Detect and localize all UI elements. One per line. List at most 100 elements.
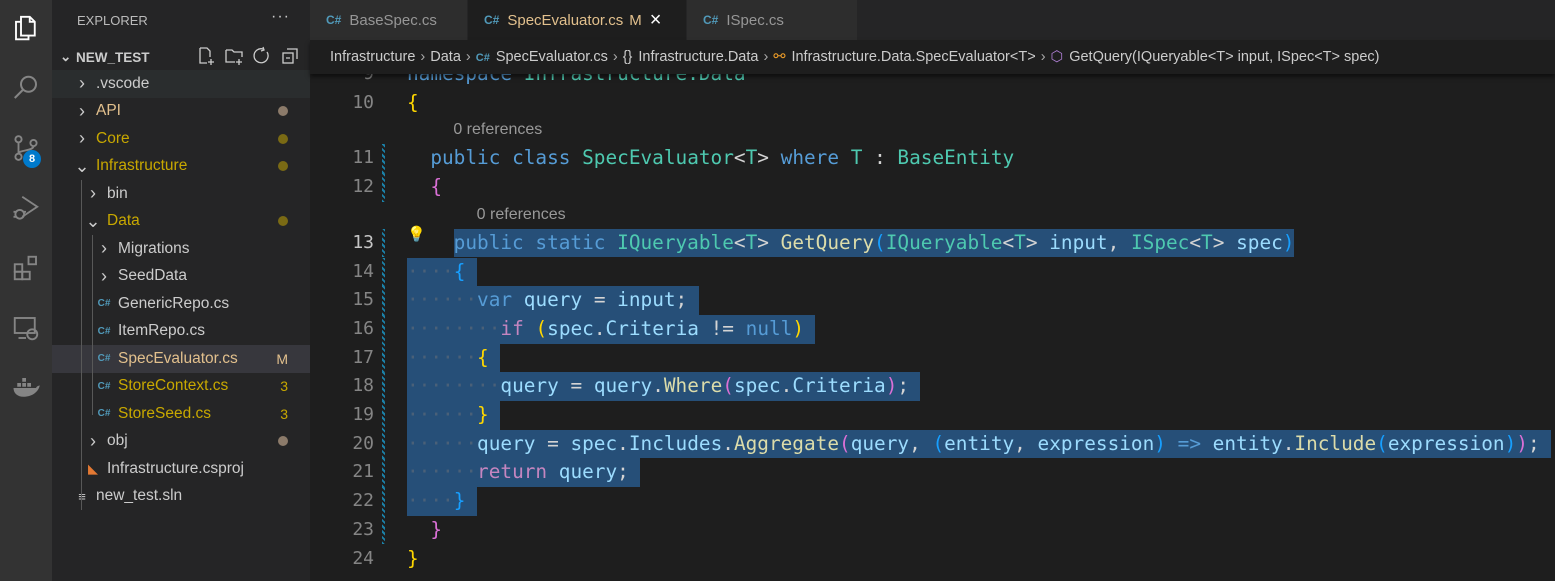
code-line[interactable]: } [430,518,442,541]
chevron-right-icon: › [90,430,96,451]
code-line[interactable]: namespace Infrastructure.Data [407,74,746,85]
modified-gutter-indicator [382,515,385,545]
tree-item-label: Core [96,129,130,147]
code-token: > [1025,230,1038,254]
tree-item[interactable]: › API [52,98,310,126]
indent-guide [92,235,93,415]
chevron-down-icon: ⌄ [85,210,101,231]
tab-specevaluator-cs[interactable]: C# SpecEvaluator.cs M × [468,0,686,40]
code-editor[interactable]: 9 namespace Infrastructure.Data 10 {0 refer… [310,74,1555,581]
code-token: T [1201,230,1213,254]
code-token: , [1014,431,1038,455]
tree-item[interactable]: › obj [52,428,310,456]
lightbulb-icon[interactable]: 💡 [407,225,426,243]
code-token: null [745,316,793,340]
tree-item[interactable]: C# StoreContext.cs 3 [52,373,310,401]
modified-gutter-indicator [382,228,385,258]
code-token: ; [675,288,688,312]
code-token: > [757,146,769,170]
code-line[interactable]: ······var query = input; [407,288,687,311]
docker-icon[interactable] [0,364,52,412]
tree-item[interactable]: ≡ new_test.sln [52,483,310,511]
tree-item[interactable]: › Core [52,125,310,153]
code-line[interactable]: ········query = query.Where(spec.Criteri… [407,374,909,397]
code-token: static [535,230,606,254]
code-token: expression [1387,431,1505,455]
code-token: ) [1282,230,1295,254]
csharp-file-icon: C# [484,13,500,27]
code-token: < [733,146,746,170]
search-icon[interactable] [0,64,52,112]
code-line[interactable]: { [407,91,419,114]
breadcrumb-item[interactable]: ⬡ GetQuery(IQueryable<T> input, ISpec<T> … [1051,49,1380,65]
tree-item[interactable]: C# StoreSeed.cs 3 [52,400,310,428]
new-folder-icon[interactable] [224,46,244,66]
new-file-icon[interactable] [196,46,216,66]
code-token: { [477,345,489,369]
code-line[interactable]: ····} [407,489,465,512]
code-line[interactable]: } [407,547,419,570]
tree-item[interactable]: › SeedData [52,263,310,291]
csharp-file-icon: C# [97,408,111,420]
code-line[interactable]: ········if (spec.Criteria != null) [407,317,804,340]
line-number: 20 [352,432,374,454]
tree-item[interactable]: C# GenericRepo.cs [52,290,310,318]
tab-label: BaseSpec.cs [349,11,437,29]
codelens-references[interactable]: 0 references [477,206,566,224]
tree-item[interactable]: › bin [52,180,310,208]
code-line[interactable]: public static IQueryable<T> GetQuery(IQu… [454,231,1295,254]
tree-item[interactable]: ⌄ Data [52,208,310,236]
code-line[interactable]: public class SpecEvaluator<T> where T : … [430,146,1014,169]
breadcrumb-item[interactable]: Infrastructure [330,49,415,65]
code-token: { [453,259,466,283]
close-icon[interactable]: × [650,9,662,32]
breadcrumb-item[interactable]: Data [430,49,461,65]
tree-item-label: SpecEvaluator.cs [118,349,238,367]
code-token: ) [792,316,805,340]
codelens-references[interactable]: 0 references [453,121,542,139]
extensions-icon[interactable] [0,244,52,292]
code-token: class [512,146,571,170]
code-line[interactable]: ······return query; [407,460,629,483]
code-line[interactable]: { [430,175,442,198]
code-token: ) [1154,431,1166,455]
breadcrumb-item[interactable]: ⚯ Infrastructure.Data.SpecEvaluator<T> [773,49,1035,65]
tree-item[interactable]: C# SpecEvaluator.cs M [52,345,310,373]
more-actions-icon[interactable]: ··· [271,8,290,26]
code-token: query [558,460,618,484]
code-line[interactable]: ······} [407,403,489,426]
tree-item[interactable]: ⌄ Infrastructure [52,153,310,181]
tree-item[interactable]: ◣ Infrastructure.csproj [52,455,310,483]
code-token: Criteria [605,316,699,340]
tab-ispec-cs[interactable]: C# ISpec.cs [687,0,857,40]
code-token: ISpec [1130,230,1190,254]
tree-item[interactable]: › Migrations [52,235,310,263]
chevron-right-icon: › [1040,49,1046,65]
line-number: 18 [352,375,374,397]
refresh-icon[interactable] [252,46,272,66]
code-token: return [477,460,548,484]
code-token: ( [874,230,886,254]
remote-explorer-icon[interactable] [0,304,52,352]
collapse-all-icon[interactable] [280,46,300,66]
code-line[interactable]: ····{ [407,260,465,283]
tab-basespec-cs[interactable]: C# BaseSpec.cs [310,0,467,40]
namespace-icon: {} [622,49,633,65]
code-token: public [453,230,524,254]
run-debug-icon[interactable] [0,184,52,232]
explorer-icon[interactable] [0,4,52,52]
code-line[interactable]: ······{ [407,346,489,369]
tree-item[interactable]: C# ItemRepo.cs [52,318,310,346]
code-token: IQueryable [885,230,1003,254]
tree-item-label: StoreSeed.cs [118,404,212,422]
breadcrumb-item[interactable]: {} Infrastructure.Data [623,49,759,65]
breadcrumb-item[interactable]: C# SpecEvaluator.cs [476,49,608,65]
code-token: } [453,489,466,513]
code-token: query [477,431,536,455]
line-number: 17 [352,346,374,368]
code-line[interactable]: ······query = spec.Includes.Aggregate(qu… [407,432,1540,455]
tree-item[interactable]: › .vscode [52,70,310,98]
code-token: ; [1527,431,1540,455]
